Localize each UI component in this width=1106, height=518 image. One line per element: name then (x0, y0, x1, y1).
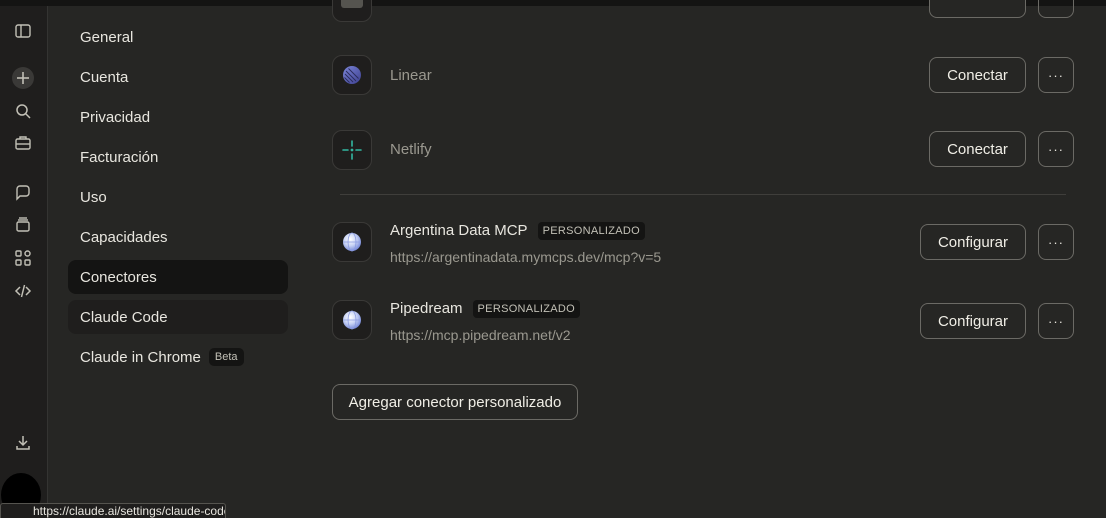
more-options-button[interactable]: ··· (1038, 57, 1074, 93)
artifacts-icon[interactable] (12, 247, 34, 269)
configure-button[interactable]: Configurar (920, 224, 1026, 260)
nav-item-capacidades[interactable]: Capacidades (68, 220, 288, 254)
nav-item-label: General (80, 28, 134, 46)
connector-logo (332, 0, 372, 22)
download-icon[interactable] (12, 432, 34, 454)
custom-badge: PERSONALIZADO (472, 300, 580, 318)
icon-rail (0, 6, 48, 518)
globe-icon (332, 222, 372, 262)
connect-button[interactable]: Conectar (929, 131, 1026, 167)
chats-icon[interactable] (12, 182, 34, 204)
connector-name: Argentina Data MCP (390, 222, 528, 239)
more-options-button[interactable]: ··· (1038, 131, 1074, 167)
nav-item-label: Cuenta (80, 68, 129, 86)
projects-icon[interactable] (12, 214, 34, 236)
custom-badge: PERSONALIZADO (537, 222, 645, 240)
connect-button[interactable] (929, 0, 1026, 18)
section-divider (340, 194, 1066, 195)
nav-item-label: Claude in Chrome (80, 348, 201, 366)
nav-item-facturacion[interactable]: Facturación (68, 140, 288, 174)
add-custom-connector-button[interactable]: Agregar conector personalizado (332, 384, 578, 420)
configure-button[interactable]: Configurar (920, 303, 1026, 339)
nav-item-label: Capacidades (80, 228, 168, 246)
more-options-button[interactable] (1038, 0, 1074, 18)
status-url: https://claude.ai/settings/claude-code (0, 503, 226, 518)
new-chat-button[interactable] (12, 67, 34, 89)
nav-item-claude-in-chrome[interactable]: Claude in Chrome Beta (68, 340, 288, 374)
briefcase-icon[interactable] (12, 132, 34, 154)
search-icon[interactable] (12, 100, 34, 122)
netlify-logo-icon (332, 130, 372, 170)
connector-url: https://argentinadata.mymcps.dev/mcp?v=5 (390, 249, 662, 265)
nav-item-label: Privacidad (80, 108, 151, 126)
connector-name-line: Pipedream PERSONALIZADO (390, 300, 580, 318)
globe-icon (332, 300, 372, 340)
connector-name-line: Argentina Data MCP PERSONALIZADO (390, 222, 645, 240)
connector-name: Pipedream (390, 300, 463, 317)
connector-name: Netlify (390, 141, 432, 158)
connect-button[interactable]: Conectar (929, 57, 1026, 93)
nav-item-label: Claude Code (80, 308, 168, 326)
nav-item-cuenta[interactable]: Cuenta (68, 60, 288, 94)
more-options-button[interactable]: ··· (1038, 224, 1074, 260)
nav-item-uso[interactable]: Uso (68, 180, 288, 214)
plus-icon (12, 67, 34, 89)
nav-item-label: Uso (80, 188, 107, 206)
nav-item-general[interactable]: General (68, 20, 288, 54)
nav-item-privacidad[interactable]: Privacidad (68, 100, 288, 134)
linear-logo-icon (332, 55, 372, 95)
settings-nav: General Cuenta Privacidad Facturación Us… (68, 20, 288, 380)
code-icon[interactable] (12, 280, 34, 302)
nav-item-label: Facturación (80, 148, 159, 166)
connector-url: https://mcp.pipedream.net/v2 (390, 327, 571, 343)
beta-badge: Beta (208, 348, 244, 366)
nav-item-claude-code[interactable]: Claude Code (68, 300, 288, 334)
sidebar-toggle-icon[interactable] (12, 20, 34, 42)
nav-item-label: Conectores (80, 268, 157, 286)
nav-item-conectores[interactable]: Conectores (68, 260, 288, 294)
connector-name: Linear (390, 67, 432, 84)
more-options-button[interactable]: ··· (1038, 303, 1074, 339)
